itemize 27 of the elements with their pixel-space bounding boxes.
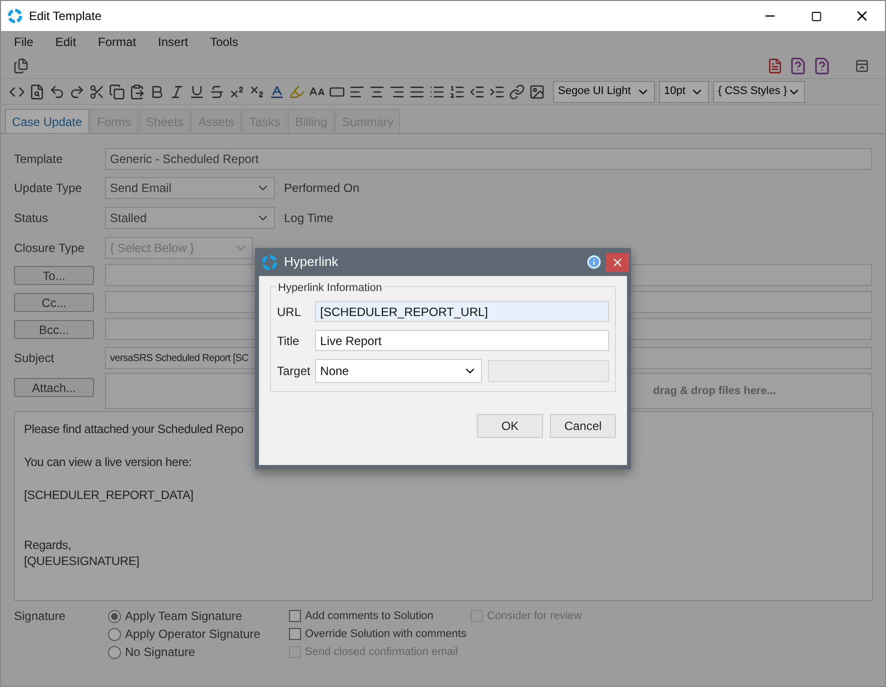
checkbox-label: Add comments to Solution <box>305 608 434 624</box>
field-label: Closure Type <box>14 240 86 257</box>
field-label: URL <box>277 304 302 320</box>
checkbox-label: Send closed confirmation email <box>305 644 458 660</box>
field-label: Title <box>277 332 300 350</box>
dialog-title: Hyperlink <box>284 253 338 272</box>
radio-label: Apply Team Signature <box>125 608 242 625</box>
checkbox-label: Override Solution with comments <box>305 626 466 642</box>
field-label: Performed On <box>284 180 360 197</box>
body-text: Regards, <box>24 536 72 552</box>
body-text: You can view a live version here: <box>24 454 192 470</box>
group-legend: Hyperlink Information <box>276 280 384 296</box>
subject-text: versaSRS Scheduled Report [SC <box>110 352 249 366</box>
field-label: Subject <box>14 350 56 367</box>
radio-label: Apply Operator Signature <box>125 626 260 643</box>
dropzone-text: drag & drop files here... <box>653 384 776 399</box>
body-text: [SCHEDULER_REPORT_DATA] <box>24 487 194 502</box>
checkbox-label: Consider for review <box>487 608 582 624</box>
body-text: [QUEUESIGNATURE] <box>24 553 140 568</box>
body-text: Please find attached your Scheduled Repo <box>24 421 244 436</box>
window-title: Edit Template <box>29 8 102 25</box>
radio-label: No Signature <box>125 644 196 661</box>
field-label: Update Type <box>14 180 83 197</box>
field-label: Status <box>14 210 50 227</box>
field-label: Log Time <box>284 210 334 227</box>
field-label: Template <box>14 151 64 168</box>
field-label: Signature <box>14 608 66 625</box>
